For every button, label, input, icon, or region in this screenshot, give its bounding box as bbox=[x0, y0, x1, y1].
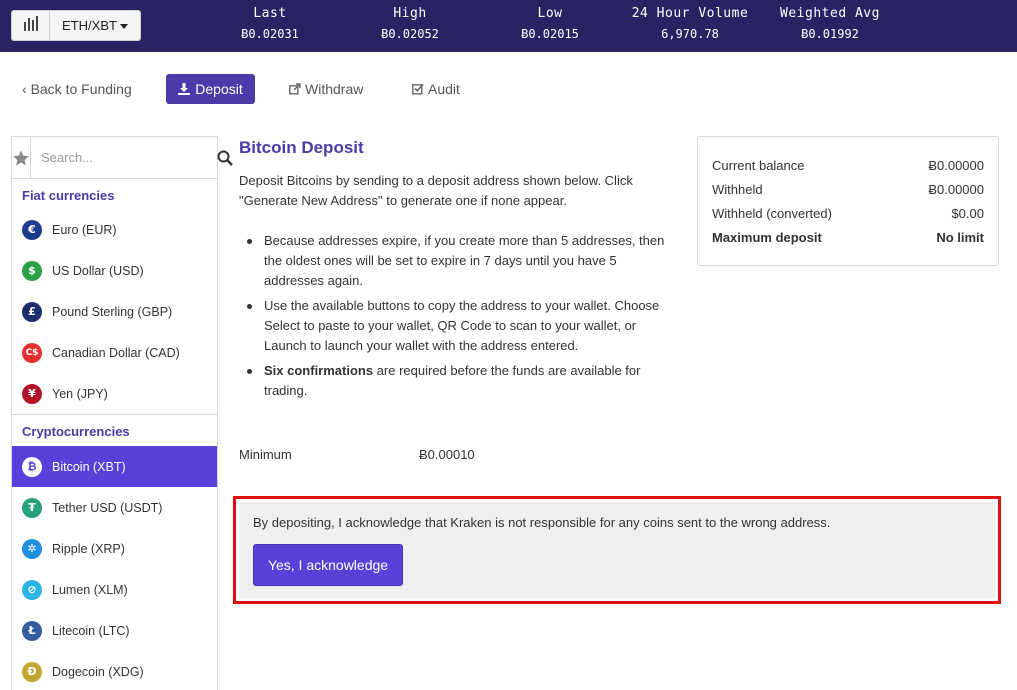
ticker-high: High Ƀ0.02052 bbox=[340, 6, 480, 41]
dogecoin-icon: Ð bbox=[22, 661, 42, 682]
bar-chart-icon bbox=[12, 11, 50, 40]
external-link-icon bbox=[289, 83, 301, 95]
balance-label: Maximum deposit bbox=[712, 230, 822, 245]
sidebar-item-label: Lumen (XLM) bbox=[52, 582, 128, 597]
audit-tab[interactable]: Audit bbox=[412, 81, 460, 97]
canadian-dollar-icon: C$ bbox=[22, 342, 42, 363]
balance-value: Ƀ0.00000 bbox=[928, 158, 984, 173]
pair-selector-button[interactable]: ETH/XBT bbox=[11, 10, 141, 41]
ticker-volume: 24 Hour Volume 6,970.78 bbox=[620, 6, 760, 41]
ticker-last: Last Ƀ0.02031 bbox=[200, 6, 340, 41]
download-icon bbox=[178, 83, 191, 95]
sidebar-item-label: Dogecoin (XDG) bbox=[52, 664, 144, 679]
currency-search-input[interactable] bbox=[31, 137, 217, 178]
deposit-instructions-list: Because addresses expire, if you create … bbox=[247, 231, 677, 406]
acknowledge-button[interactable]: Yes, I acknowledge bbox=[253, 544, 403, 586]
ticker-label: Last bbox=[253, 6, 287, 21]
list-item: Six confirmations are required before th… bbox=[247, 361, 677, 401]
balance-value: $0.00 bbox=[951, 206, 984, 221]
page-title: Bitcoin Deposit bbox=[239, 138, 364, 157]
ticker-value: Ƀ0.02031 bbox=[241, 27, 299, 41]
balance-row-withheld-converted: Withheld (converted) $0.00 bbox=[712, 206, 984, 230]
funding-subnav: ‹ Back to Funding Deposit Withdraw Audit bbox=[0, 74, 1017, 104]
sidebar-item-jpy[interactable]: ¥ Yen (JPY) bbox=[12, 373, 217, 414]
cryptocurrencies-header: Cryptocurrencies bbox=[12, 414, 217, 446]
ticker-label: 24 Hour Volume bbox=[631, 6, 749, 21]
sidebar-item-gbp[interactable]: £ Pound Sterling (GBP) bbox=[12, 291, 217, 332]
balance-row-maximum-deposit: Maximum deposit No limit bbox=[712, 230, 984, 254]
pair-label: ETH/XBT bbox=[50, 18, 140, 33]
currency-sidebar: Fiat currencies € Euro (EUR) $ US Dollar… bbox=[11, 136, 233, 690]
ticker-weighted-avg: Weighted Avg Ƀ0.01992 bbox=[760, 6, 900, 41]
sidebar-item-label: Litecoin (LTC) bbox=[52, 623, 130, 638]
ticker-bar: ETH/XBT Last Ƀ0.02031 High Ƀ0.02052 Low … bbox=[0, 0, 1017, 52]
acknowledge-text: By depositing, I acknowledge that Kraken… bbox=[253, 515, 831, 530]
bitcoin-icon: ₿ bbox=[22, 456, 42, 477]
balance-row-withheld: Withheld Ƀ0.00000 bbox=[712, 182, 984, 206]
sidebar-item-label: Pound Sterling (GBP) bbox=[52, 304, 173, 319]
sidebar-item-xbt[interactable]: ₿ Bitcoin (XBT) bbox=[12, 446, 217, 487]
chevron-left-icon: ‹ bbox=[22, 81, 31, 97]
balance-label: Withheld bbox=[712, 182, 763, 197]
litecoin-icon: Ł bbox=[22, 620, 42, 641]
ticker-low: Low Ƀ0.02015 bbox=[480, 6, 620, 41]
dollar-icon: $ bbox=[22, 260, 42, 281]
ticker-label: Weighted Avg bbox=[780, 6, 880, 21]
balance-label: Withheld (converted) bbox=[712, 206, 832, 221]
pound-icon: £ bbox=[22, 301, 42, 322]
sidebar-item-usdt[interactable]: ₮ Tether USD (USDT) bbox=[12, 487, 217, 528]
sidebar-item-xrp[interactable]: ✲ Ripple (XRP) bbox=[12, 528, 217, 569]
deposit-tab-label: Deposit bbox=[195, 81, 243, 97]
search-icon[interactable] bbox=[217, 150, 233, 166]
six-confirmations-label: Six confirmations bbox=[264, 363, 374, 378]
sidebar-item-ltc[interactable]: Ł Litecoin (LTC) bbox=[12, 610, 217, 651]
star-icon bbox=[13, 150, 29, 165]
checkbox-icon bbox=[412, 83, 424, 95]
deposit-tab[interactable]: Deposit bbox=[166, 74, 255, 104]
minimum-value: Ƀ0.00010 bbox=[419, 447, 475, 462]
back-label: Back to Funding bbox=[30, 81, 132, 97]
sidebar-item-label: Bitcoin (XBT) bbox=[52, 459, 126, 474]
list-item: Use the available buttons to copy the ad… bbox=[247, 296, 677, 356]
minimum-label: Minimum bbox=[239, 447, 292, 462]
sidebar-item-cad[interactable]: C$ Canadian Dollar (CAD) bbox=[12, 332, 217, 373]
ticker-label: Low bbox=[537, 6, 563, 21]
yen-icon: ¥ bbox=[22, 383, 42, 404]
sidebar-item-eur[interactable]: € Euro (EUR) bbox=[12, 209, 217, 250]
sidebar-item-label: Ripple (XRP) bbox=[52, 541, 125, 556]
ticker-value: Ƀ0.02052 bbox=[381, 27, 439, 41]
tether-icon: ₮ bbox=[22, 497, 42, 518]
fiat-currencies-header: Fiat currencies bbox=[22, 188, 115, 203]
ticker-value: Ƀ0.01992 bbox=[801, 27, 859, 41]
currency-search bbox=[12, 137, 233, 179]
audit-tab-label: Audit bbox=[428, 81, 460, 97]
ticker-value: Ƀ0.02015 bbox=[521, 27, 579, 41]
balance-value: No limit bbox=[936, 230, 984, 245]
back-to-funding-link[interactable]: ‹ Back to Funding bbox=[22, 81, 132, 97]
balance-panel: Current balance Ƀ0.00000 Withheld Ƀ0.000… bbox=[697, 136, 999, 266]
list-item: Because addresses expire, if you create … bbox=[247, 231, 677, 291]
sidebar-item-label: US Dollar (USD) bbox=[52, 263, 144, 278]
withdraw-tab-label: Withdraw bbox=[305, 81, 364, 97]
sidebar-item-label: Euro (EUR) bbox=[52, 222, 117, 237]
ticker-value: 6,970.78 bbox=[661, 27, 719, 41]
sidebar-item-label: Yen (JPY) bbox=[52, 386, 108, 401]
ticker-label: High bbox=[393, 6, 427, 21]
lumen-icon: ⊘ bbox=[22, 579, 42, 600]
sidebar-item-xdg[interactable]: Ð Dogecoin (XDG) bbox=[12, 651, 217, 690]
ripple-icon: ✲ bbox=[22, 538, 42, 559]
caret-down-icon bbox=[119, 24, 128, 30]
balance-row-current: Current balance Ƀ0.00000 bbox=[712, 158, 984, 182]
withdraw-tab[interactable]: Withdraw bbox=[289, 81, 363, 97]
euro-icon: € bbox=[22, 219, 42, 240]
sidebar-item-label: Canadian Dollar (CAD) bbox=[52, 345, 180, 360]
deposit-intro-text: Deposit Bitcoins by sending to a deposit… bbox=[239, 173, 633, 208]
balance-label: Current balance bbox=[712, 158, 805, 173]
favorites-star-button[interactable] bbox=[12, 137, 31, 178]
sidebar-item-label: Tether USD (USDT) bbox=[52, 500, 163, 515]
sidebar-item-xlm[interactable]: ⊘ Lumen (XLM) bbox=[12, 569, 217, 610]
sidebar-item-usd[interactable]: $ US Dollar (USD) bbox=[12, 250, 217, 291]
balance-value: Ƀ0.00000 bbox=[928, 182, 984, 197]
